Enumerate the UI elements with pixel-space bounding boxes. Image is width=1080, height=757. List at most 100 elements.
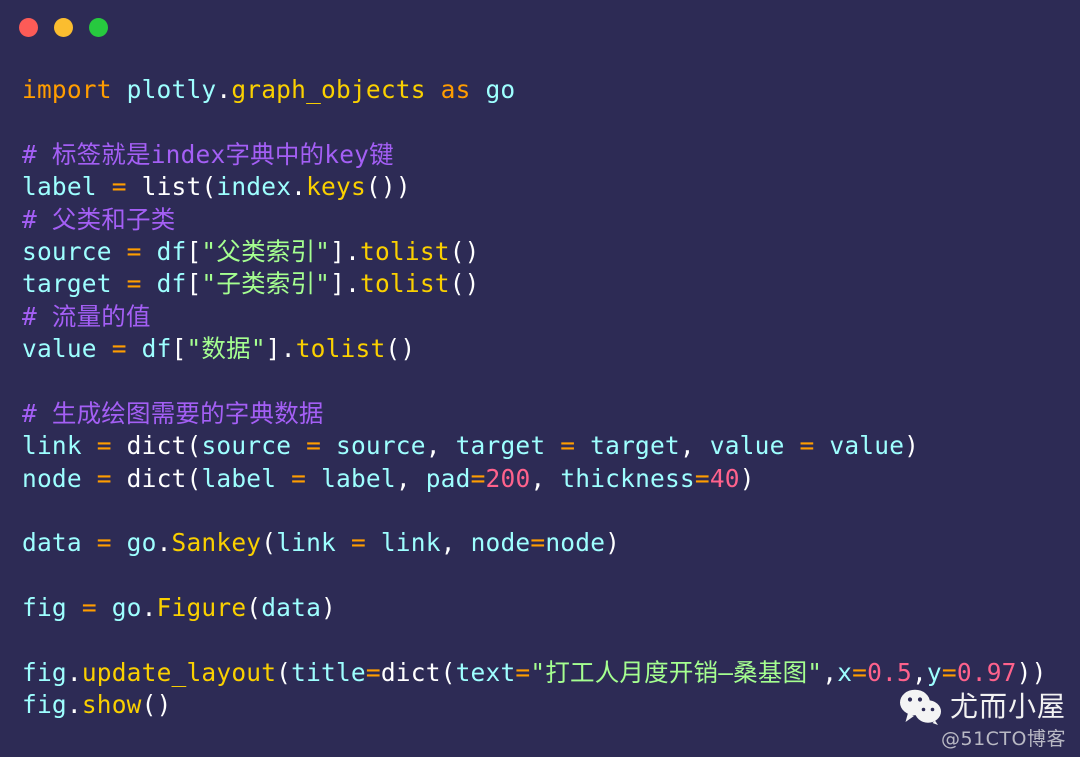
bracket-close: ] bbox=[265, 334, 281, 364]
call-parens: () bbox=[449, 269, 480, 299]
dot-operator: . bbox=[345, 269, 361, 299]
close-button[interactable] bbox=[19, 18, 38, 37]
paren-open: ( bbox=[201, 172, 217, 202]
number-y: 0.97 bbox=[956, 658, 1017, 688]
kwarg-y: y bbox=[926, 658, 942, 688]
assign-operator: = bbox=[111, 334, 127, 364]
number-thickness: 40 bbox=[709, 463, 740, 493]
paren-close: ) bbox=[904, 431, 920, 461]
kwarg-target: target bbox=[455, 431, 546, 461]
paren-close: ) bbox=[321, 593, 336, 623]
method-tolist: tolist bbox=[360, 236, 450, 266]
kwarg-text: text bbox=[455, 658, 516, 688]
assign-operator: = bbox=[799, 431, 815, 461]
dot-operator: . bbox=[216, 75, 232, 104]
comment-build-dicts: # 生成绘图需要的字典数据 bbox=[22, 398, 324, 428]
dot-operator: . bbox=[156, 528, 172, 558]
module-name: plotly bbox=[126, 75, 217, 104]
dot-operator: . bbox=[66, 658, 82, 688]
variable-link: link bbox=[22, 431, 82, 461]
variable-label: label bbox=[22, 172, 97, 202]
assign-operator: = bbox=[470, 463, 486, 493]
code-screenshot-window: import plotly.graph_objects as go # 标签就是… bbox=[0, 0, 1080, 757]
value-link: link bbox=[380, 528, 441, 558]
assign-operator: = bbox=[96, 463, 112, 493]
kwarg-pad: pad bbox=[425, 463, 471, 493]
assign-operator: = bbox=[291, 463, 307, 493]
value-label: label bbox=[321, 463, 396, 493]
assign-operator: = bbox=[96, 528, 112, 558]
paren-open: ( bbox=[246, 593, 262, 623]
string-data: "数据" bbox=[186, 334, 266, 364]
paren-open: ( bbox=[186, 431, 202, 461]
builtin-list: list bbox=[141, 172, 202, 202]
keyword-import: import bbox=[22, 75, 112, 104]
module-alias-go: go bbox=[126, 528, 157, 558]
module-alias: go bbox=[485, 75, 516, 104]
assign-operator: = bbox=[515, 658, 531, 688]
dot-operator: . bbox=[345, 236, 361, 266]
maximize-button[interactable] bbox=[89, 18, 108, 37]
method-keys: keys bbox=[306, 172, 366, 202]
string-child-index: "子类索引" bbox=[201, 269, 331, 299]
code-block[interactable]: import plotly.graph_objects as go # 标签就是… bbox=[0, 56, 1080, 757]
dataframe-df: df bbox=[156, 236, 187, 266]
method-tolist: tolist bbox=[295, 334, 386, 364]
assign-operator: = bbox=[81, 593, 97, 623]
code-line: # 父类和子类 bbox=[22, 204, 1080, 236]
assign-operator: = bbox=[694, 463, 710, 493]
code-line: target = df["子类索引"].tolist() bbox=[22, 268, 1080, 300]
bracket-close: ] bbox=[330, 269, 346, 299]
paren-open: ( bbox=[440, 658, 456, 688]
assign-operator: = bbox=[306, 431, 322, 461]
kwarg-x: x bbox=[837, 658, 853, 688]
call-parens: () bbox=[449, 236, 480, 266]
comma: , bbox=[679, 431, 695, 461]
kwarg-title: title bbox=[291, 658, 366, 688]
variable-target: target bbox=[22, 269, 112, 299]
builtin-dict: dict bbox=[380, 658, 441, 688]
builtin-dict: dict bbox=[126, 463, 187, 493]
assign-operator: = bbox=[560, 431, 576, 461]
comma: , bbox=[911, 658, 927, 688]
assign-operator: = bbox=[365, 658, 381, 688]
comment-label-keys: # 标签就是index字典中的key键 bbox=[22, 139, 394, 169]
code-line: fig.update_layout(title=dict(text="打工人月度… bbox=[22, 657, 1080, 689]
builtin-dict: dict bbox=[126, 431, 187, 461]
minimize-button[interactable] bbox=[54, 18, 73, 37]
dataframe-df: df bbox=[156, 269, 187, 299]
code-line: # 生成绘图需要的字典数据 bbox=[22, 398, 1080, 430]
bracket-close: ] bbox=[330, 236, 346, 266]
assign-operator: = bbox=[96, 431, 112, 461]
string-parent-index: "父类索引" bbox=[201, 236, 331, 266]
paren-close: ) bbox=[1031, 658, 1047, 688]
paren-open: ( bbox=[276, 658, 292, 688]
comma: , bbox=[822, 658, 838, 688]
paren-close: ) bbox=[739, 463, 755, 493]
assign-operator: = bbox=[111, 172, 127, 202]
code-line: fig = go.Figure(data) bbox=[22, 592, 1080, 624]
variable-index: index bbox=[216, 172, 292, 202]
variable-node: node bbox=[22, 463, 82, 493]
variable-source: source bbox=[22, 236, 112, 266]
code-line: value = df["数据"].tolist() bbox=[22, 333, 1080, 365]
code-line: # 流量的值 bbox=[22, 301, 1080, 333]
paren-open: ( bbox=[261, 528, 277, 558]
paren-close: ) bbox=[1016, 658, 1032, 688]
assign-operator: = bbox=[350, 528, 366, 558]
assign-operator: = bbox=[126, 236, 142, 266]
kwarg-label: label bbox=[201, 463, 277, 493]
comment-flow-value: # 流量的值 bbox=[22, 301, 151, 331]
object-fig: fig bbox=[22, 690, 67, 720]
paren-close: ) bbox=[605, 528, 621, 558]
kwarg-link: link bbox=[276, 528, 336, 558]
class-figure: Figure bbox=[156, 593, 247, 623]
bracket-open: [ bbox=[186, 236, 202, 266]
value-node: node bbox=[545, 528, 606, 558]
comma: , bbox=[530, 463, 546, 493]
method-update-layout: update_layout bbox=[81, 658, 277, 688]
